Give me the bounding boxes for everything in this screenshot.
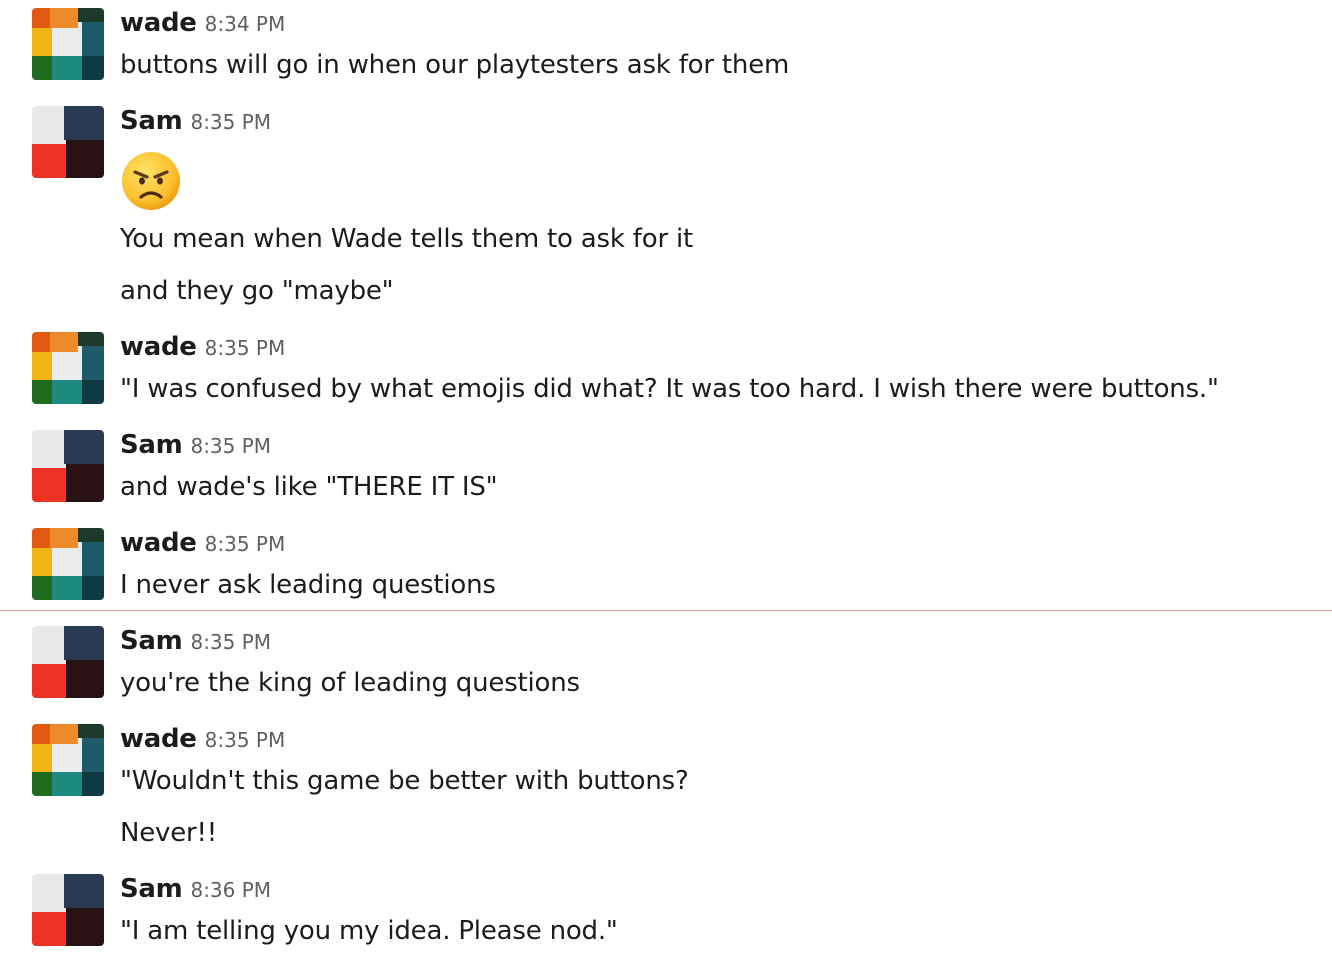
message-text: Never!! xyxy=(120,818,217,848)
wade-avatar-icon xyxy=(32,528,104,600)
author-name[interactable]: wade xyxy=(120,528,197,558)
avatar-wade[interactable] xyxy=(32,8,104,80)
message-header: wade 8:35 PM xyxy=(120,724,285,754)
author-name[interactable]: Sam xyxy=(120,430,183,460)
author-name[interactable]: wade xyxy=(120,724,197,754)
message-text: "I was confused by what emojis did what?… xyxy=(120,374,1219,404)
timestamp[interactable]: 8:35 PM xyxy=(205,728,286,752)
message-text: I never ask leading questions xyxy=(120,570,496,600)
avatar-sam[interactable] xyxy=(32,430,104,502)
wade-avatar-icon xyxy=(32,724,104,796)
message-text: buttons will go in when our playtesters … xyxy=(120,50,790,80)
timestamp[interactable]: 8:35 PM xyxy=(205,532,286,556)
timestamp[interactable]: 8:35 PM xyxy=(190,110,271,134)
sam-avatar-icon xyxy=(32,106,104,178)
avatar-wade[interactable] xyxy=(32,724,104,796)
message-header: Sam 8:35 PM xyxy=(120,626,271,656)
new-messages-divider xyxy=(0,610,1332,611)
author-name[interactable]: Sam xyxy=(120,874,183,904)
angry-face-emoji-icon[interactable] xyxy=(120,150,182,216)
message-header: wade 8:35 PM xyxy=(120,332,285,362)
author-name[interactable]: Sam xyxy=(120,626,183,656)
sam-avatar-icon xyxy=(32,626,104,698)
message-text: and wade's like "THERE IT IS" xyxy=(120,472,498,502)
message-header: Sam 8:36 PM xyxy=(120,874,271,904)
message-header: Sam 8:35 PM xyxy=(120,106,271,136)
avatar-wade[interactable] xyxy=(32,528,104,600)
avatar-wade[interactable] xyxy=(32,332,104,404)
author-name[interactable]: wade xyxy=(120,332,197,362)
timestamp[interactable]: 8:36 PM xyxy=(190,878,271,902)
message-text: and they go "maybe" xyxy=(120,276,394,306)
sam-avatar-icon xyxy=(32,874,104,946)
message-text: "Wouldn't this game be better with butto… xyxy=(120,766,689,796)
message-text: You mean when Wade tells them to ask for… xyxy=(120,224,694,254)
message-header: wade 8:34 PM xyxy=(120,8,285,38)
message-header: wade 8:35 PM xyxy=(120,528,285,558)
avatar-sam[interactable] xyxy=(32,626,104,698)
avatar-sam[interactable] xyxy=(32,874,104,946)
author-name[interactable]: wade xyxy=(120,8,197,38)
message-text: you're the king of leading questions xyxy=(120,668,580,698)
message-header: Sam 8:35 PM xyxy=(120,430,271,460)
timestamp[interactable]: 8:35 PM xyxy=(190,630,271,654)
avatar-sam[interactable] xyxy=(32,106,104,178)
wade-avatar-icon xyxy=(32,332,104,404)
sam-avatar-icon xyxy=(32,430,104,502)
message-text: "I am telling you my idea. Please nod." xyxy=(120,916,618,946)
wade-avatar-icon xyxy=(32,8,104,80)
author-name[interactable]: Sam xyxy=(120,106,183,136)
timestamp[interactable]: 8:34 PM xyxy=(205,12,286,36)
timestamp[interactable]: 8:35 PM xyxy=(205,336,286,360)
timestamp[interactable]: 8:35 PM xyxy=(190,434,271,458)
